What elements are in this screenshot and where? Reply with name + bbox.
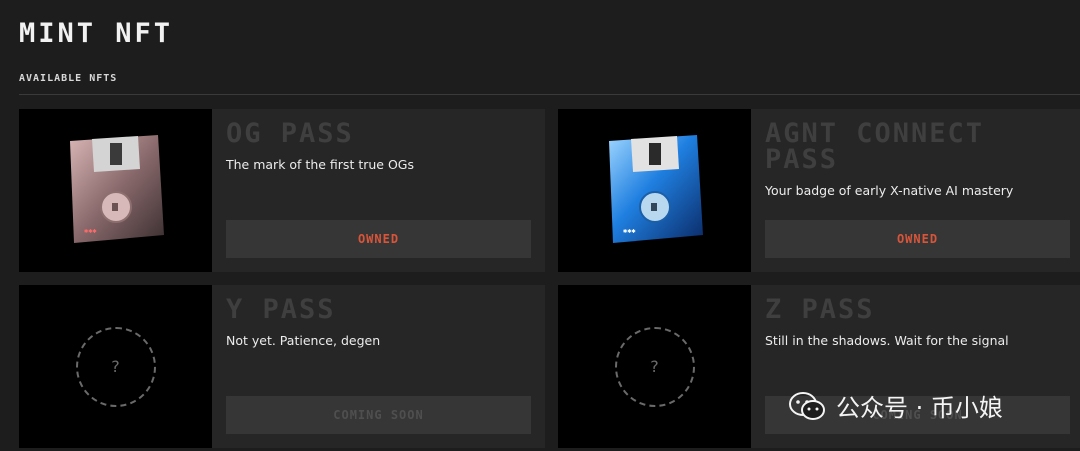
section-label: AVAILABLE NFTS bbox=[19, 73, 118, 84]
watermark: 公众号 · 币小娘 bbox=[788, 388, 1003, 423]
svg-text:✱✱✱: ✱✱✱ bbox=[84, 227, 97, 235]
floppy-disk-icon: ✱✱✱ bbox=[69, 134, 164, 243]
question-mark-icon: ? bbox=[75, 326, 156, 407]
svg-text:✱✱✱: ✱✱✱ bbox=[623, 227, 636, 235]
nft-title: AGNT CONNECT PASS bbox=[765, 118, 985, 175]
nft-card-agnt-connect-pass: ✱✱✱ AGNT CONNECT PASS Your badge of earl… bbox=[558, 109, 1080, 272]
nft-description: Still in the shadows. Wait for the signa… bbox=[765, 333, 1009, 348]
floppy-disk-icon: ✱✱✱ bbox=[608, 134, 703, 243]
page-title: MINT NFT bbox=[19, 18, 174, 49]
nft-title: Z PASS bbox=[765, 294, 875, 325]
nft-description: Not yet. Patience, degen bbox=[226, 333, 381, 348]
nft-image: ? bbox=[19, 285, 212, 448]
owned-button[interactable]: OWNED bbox=[765, 220, 1070, 258]
divider bbox=[19, 94, 1080, 95]
nft-description: Your badge of early X-native AI mastery bbox=[765, 183, 1014, 198]
nft-title: Y PASS bbox=[226, 294, 336, 325]
nft-card-z-pass: ? Z PASS Still in the shadows. Wait for … bbox=[558, 285, 1080, 448]
coming-soon-button[interactable]: COMING SOON bbox=[226, 396, 531, 434]
question-mark-icon: ? bbox=[614, 326, 695, 407]
wechat-icon bbox=[788, 391, 826, 421]
nft-image: ✱✱✱ bbox=[558, 109, 751, 272]
nft-title: OG PASS bbox=[226, 118, 354, 149]
nft-description: The mark of the first true OGs bbox=[226, 157, 414, 172]
nft-image: ✱✱✱ bbox=[19, 109, 212, 272]
owned-button[interactable]: OWNED bbox=[226, 220, 531, 258]
watermark-text: 公众号 · 币小娘 bbox=[836, 394, 1003, 422]
nft-card-og-pass: ✱✱✱ OG PASS The mark of the first true O… bbox=[19, 109, 545, 272]
nft-card-y-pass: ? Y PASS Not yet. Patience, degen COMING… bbox=[19, 285, 545, 448]
nft-image: ? bbox=[558, 285, 751, 448]
